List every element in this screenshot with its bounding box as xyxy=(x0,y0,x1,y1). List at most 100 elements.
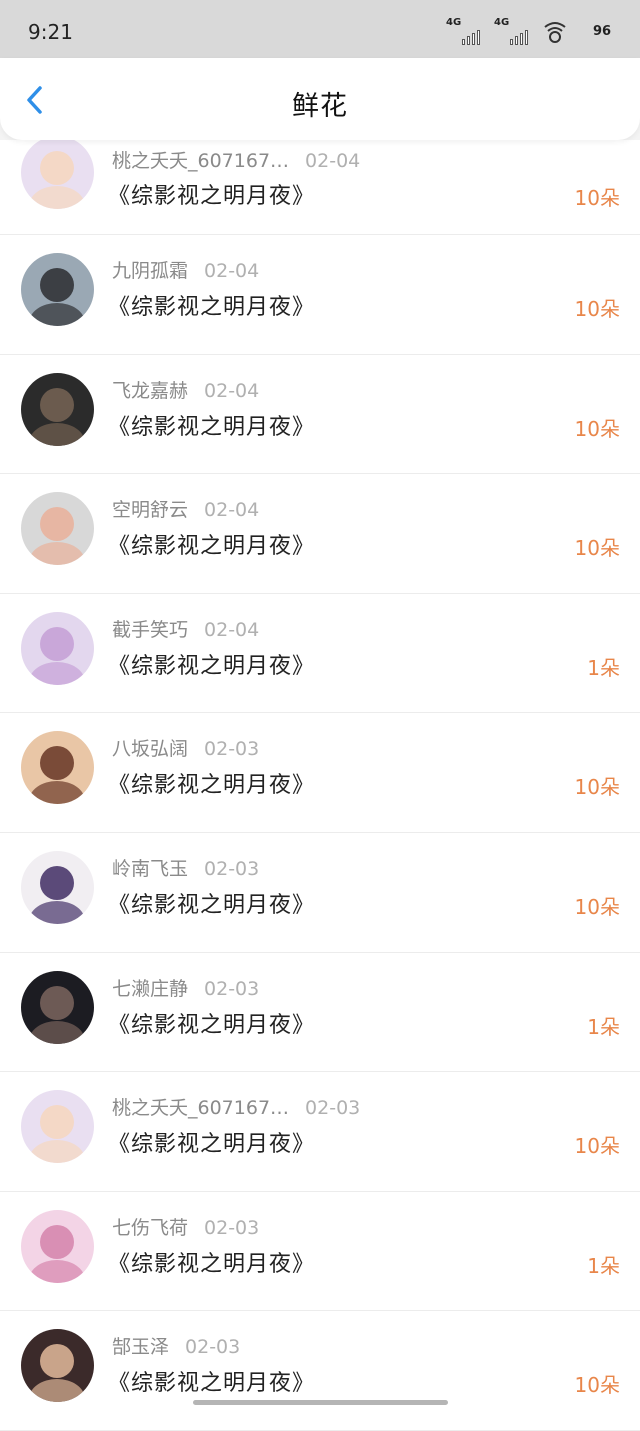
gift-date: 02-04 xyxy=(305,150,361,172)
list-item[interactable]: 岭南飞玉 02-03 《综影视之明月夜》 10朵 xyxy=(0,832,640,953)
book-title[interactable]: 《综影视之明月夜》 xyxy=(108,1007,315,1039)
entry-meta: 七濑庄静 02-03 xyxy=(112,974,259,1001)
wifi-icon xyxy=(544,22,566,43)
user-name[interactable]: 郜玉泽 xyxy=(112,1336,169,1358)
avatar-image xyxy=(21,731,94,805)
avatar-image xyxy=(21,372,94,446)
user-name[interactable]: 桃之夭夭_607167… xyxy=(112,1097,289,1119)
avatar-image xyxy=(21,1329,94,1403)
avatar-image xyxy=(21,1090,94,1164)
gift-date: 02-03 xyxy=(305,1097,361,1120)
gift-date: 02-03 xyxy=(185,1336,241,1359)
avatar[interactable] xyxy=(21,492,94,566)
avatar[interactable] xyxy=(21,970,94,1044)
user-name[interactable]: 飞龙嘉赫 xyxy=(112,380,188,402)
flower-quantity: 1朵 xyxy=(587,1014,620,1039)
gift-date: 02-04 xyxy=(204,499,260,522)
battery-icon: 96 xyxy=(582,20,622,42)
avatar-image xyxy=(21,253,94,326)
list-item[interactable]: 七濑庄静 02-03 《综影视之明月夜》 1朵 xyxy=(0,952,640,1073)
book-title[interactable]: 《综影视之明月夜》 xyxy=(108,887,315,919)
flower-quantity: 10朵 xyxy=(574,536,620,561)
book-title[interactable]: 《综影视之明月夜》 xyxy=(108,178,315,210)
book-title[interactable]: 《综影视之明月夜》 xyxy=(108,409,315,441)
list-item[interactable]: 郜玉泽 02-03 《综影视之明月夜》 10朵 xyxy=(0,1311,640,1431)
avatar[interactable] xyxy=(21,372,94,446)
status-time: 9:21 xyxy=(28,20,73,44)
list-item[interactable]: 截手笑巧 02-04 《综影视之明月夜》 1朵 xyxy=(0,593,640,714)
book-title[interactable]: 《综影视之明月夜》 xyxy=(108,1126,315,1158)
user-name[interactable]: 截手笑巧 xyxy=(112,619,188,641)
list-item[interactable]: 桃之夭夭_607167… 02-03 《综影视之明月夜》 10朵 xyxy=(0,1072,640,1192)
user-name[interactable]: 七濑庄静 xyxy=(112,978,188,1000)
flower-quantity: 10朵 xyxy=(574,1373,620,1398)
user-name[interactable]: 空明舒云 xyxy=(112,499,188,521)
entry-meta: 截手笑巧 02-04 xyxy=(112,615,259,642)
flower-quantity: 10朵 xyxy=(574,297,620,321)
gift-date: 02-04 xyxy=(204,379,260,402)
entry-meta: 岭南飞玉 02-03 xyxy=(112,854,259,881)
avatar[interactable] xyxy=(21,253,94,326)
book-title[interactable]: 《综影视之明月夜》 xyxy=(108,648,315,680)
home-indicator[interactable] xyxy=(193,1400,448,1405)
status-bar: 9:21 4G 4G 96 xyxy=(0,0,640,60)
book-title[interactable]: 《综影视之明月夜》 xyxy=(108,1246,315,1278)
avatar-image xyxy=(21,850,94,924)
list-item[interactable]: 七伤飞荷 02-03 《综影视之明月夜》 1朵 xyxy=(0,1191,640,1312)
list-item[interactable]: 飞龙嘉赫 02-04 《综影视之明月夜》 10朵 xyxy=(0,354,640,475)
user-name[interactable]: 八坂弘阔 xyxy=(112,738,188,760)
gift-date: 02-04 xyxy=(204,260,260,282)
flower-quantity: 10朵 xyxy=(574,775,620,800)
avatar-image xyxy=(21,611,94,685)
gift-date: 02-03 xyxy=(204,977,260,1000)
entry-meta: 郜玉泽 02-03 xyxy=(112,1332,240,1359)
entry-meta: 空明舒云 02-04 xyxy=(112,495,259,522)
avatar-image xyxy=(21,970,94,1044)
entry-meta: 桃之夭夭_607167… 02-03 xyxy=(112,1093,360,1120)
book-title[interactable]: 《综影视之明月夜》 xyxy=(108,1365,315,1397)
list-item[interactable]: 桃之夭夭_607167… 02-04 《综影视之明月夜》 10朵 xyxy=(0,136,640,235)
entry-meta: 七伤飞荷 02-03 xyxy=(112,1213,259,1240)
user-name[interactable]: 九阴孤霜 xyxy=(112,260,188,282)
list-item[interactable]: 八坂弘阔 02-03 《综影视之明月夜》 10朵 xyxy=(0,713,640,833)
avatar-image xyxy=(21,136,94,209)
avatar-image xyxy=(21,492,94,566)
avatar[interactable] xyxy=(21,731,94,805)
avatar[interactable] xyxy=(21,1329,94,1403)
flower-quantity: 10朵 xyxy=(574,1134,620,1159)
signal-type-label: 4G xyxy=(494,17,510,28)
list-item[interactable]: 九阴孤霜 02-04 《综影视之明月夜》 10朵 xyxy=(0,235,640,355)
gift-date: 02-03 xyxy=(204,857,260,880)
user-name[interactable]: 七伤飞荷 xyxy=(112,1217,188,1239)
gift-date: 02-03 xyxy=(204,738,260,761)
user-name[interactable]: 岭南飞玉 xyxy=(112,858,188,880)
book-title[interactable]: 《综影视之明月夜》 xyxy=(108,528,315,560)
avatar[interactable] xyxy=(21,611,94,685)
flower-quantity: 10朵 xyxy=(574,186,620,210)
entry-meta: 飞龙嘉赫 02-04 xyxy=(112,376,259,403)
list-item[interactable]: 空明舒云 02-04 《综影视之明月夜》 10朵 xyxy=(0,474,640,594)
book-title[interactable]: 《综影视之明月夜》 xyxy=(108,767,315,799)
entry-meta: 桃之夭夭_607167… 02-04 xyxy=(112,146,360,173)
avatar[interactable] xyxy=(21,136,94,209)
signal-icon: 4G xyxy=(494,17,528,45)
avatar-image xyxy=(21,1209,94,1283)
avatar[interactable] xyxy=(21,1209,94,1283)
flower-quantity: 10朵 xyxy=(574,894,620,919)
flower-quantity: 1朵 xyxy=(587,655,620,680)
user-name[interactable]: 桃之夭夭_607167… xyxy=(112,150,289,172)
page-title: 鲜花 xyxy=(292,91,348,122)
signal-icon: 4G xyxy=(446,17,480,45)
entry-meta: 九阴孤霜 02-04 xyxy=(112,256,259,283)
entry-meta: 八坂弘阔 02-03 xyxy=(112,734,259,761)
flower-quantity: 10朵 xyxy=(574,416,620,441)
book-title[interactable]: 《综影视之明月夜》 xyxy=(108,289,315,321)
status-icons: 4G 4G 96 xyxy=(446,14,622,48)
avatar[interactable] xyxy=(21,850,94,924)
gift-date: 02-04 xyxy=(204,618,260,641)
gift-date: 02-03 xyxy=(204,1216,260,1239)
navigation-bar: 鲜花 xyxy=(0,58,640,140)
battery-level: 96 xyxy=(592,23,612,39)
flower-gift-list: 桃之夭夭_607167… 02-04 《综影视之明月夜》 10朵 九阴孤霜 02-04 《综… xyxy=(0,136,640,1431)
avatar[interactable] xyxy=(21,1090,94,1164)
